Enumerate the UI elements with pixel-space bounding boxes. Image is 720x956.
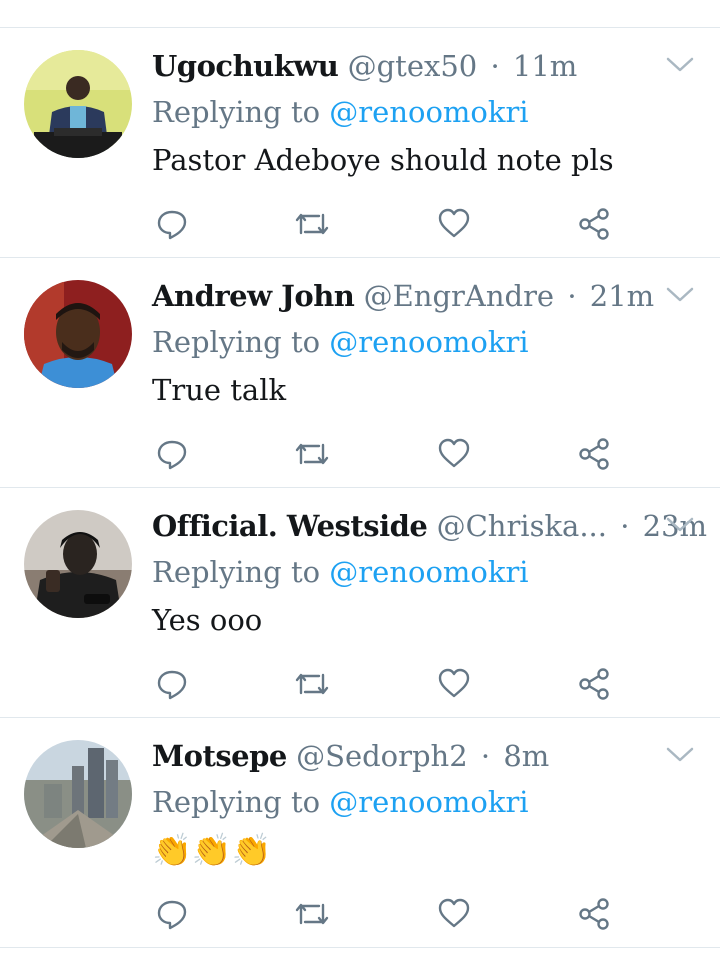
separator-dot: · [620, 509, 630, 543]
tweet-text: Pastor Adeboye should note pls [152, 143, 614, 177]
user-handle[interactable]: @gtex50 [348, 49, 478, 83]
avatar[interactable] [24, 50, 132, 158]
user-handle[interactable]: @Chriska... [437, 509, 607, 543]
timestamp[interactable]: 21m [590, 279, 654, 313]
reply-tweet[interactable]: Ugochukwu @gtex50 · 11m Replying to @ren… [0, 28, 720, 258]
like-icon[interactable] [434, 664, 474, 704]
tweet-text: 👏👏👏 [152, 831, 272, 869]
display-name[interactable]: Motsepe [152, 739, 287, 773]
tweet-actions [152, 434, 622, 474]
tweet-text: Yes ooo [152, 603, 263, 637]
share-icon[interactable] [574, 894, 614, 934]
tweet-header: Ugochukwu @gtex50 · 11m [152, 44, 652, 88]
replying-to-label: Replying to [152, 325, 321, 359]
tweet-header: Official. Westside @Chriska... · 23m [152, 504, 707, 548]
replying-to-line: Replying to @renoomokri [152, 550, 529, 594]
replying-to-line: Replying to @renoomokri [152, 90, 529, 134]
replying-to-line: Replying to @renoomokri [152, 780, 529, 824]
tweet-header: Andrew John @EngrAndre · 21m [152, 274, 654, 318]
reply-icon[interactable] [152, 434, 192, 474]
avatar[interactable] [24, 510, 132, 618]
chevron-down-icon[interactable] [666, 516, 694, 534]
tweet-header: Motsepe @Sedorph2 · 8m [152, 734, 652, 778]
reply-tweet[interactable]: Official. Westside @Chriska... · 23m Rep… [0, 488, 720, 718]
chevron-down-icon[interactable] [666, 746, 694, 764]
chevron-down-icon[interactable] [666, 286, 694, 304]
mention-link[interactable]: @renoomokri [329, 325, 528, 359]
timestamp[interactable]: 8m [503, 739, 549, 773]
like-icon[interactable] [434, 204, 474, 244]
replying-to-label: Replying to [152, 95, 321, 129]
replying-to-label: Replying to [152, 555, 321, 589]
separator-dot: · [480, 739, 491, 773]
avatar[interactable] [24, 740, 132, 848]
retweet-icon[interactable] [292, 434, 332, 474]
previous-tweet-actions-strip [0, 0, 720, 28]
user-handle[interactable]: @Sedorph2 [296, 739, 468, 773]
retweet-icon[interactable] [292, 894, 332, 934]
avatar[interactable] [24, 280, 132, 388]
user-handle[interactable]: @EngrAndre [364, 279, 554, 313]
retweet-icon[interactable] [292, 204, 332, 244]
display-name[interactable]: Official. Westside [152, 509, 428, 543]
replying-to-label: Replying to [152, 785, 321, 819]
reply-tweet[interactable]: Andrew John @EngrAndre · 21m Replying to… [0, 258, 720, 488]
display-name[interactable]: Ugochukwu [152, 49, 339, 83]
mention-link[interactable]: @renoomokri [329, 95, 528, 129]
reply-icon[interactable] [152, 204, 192, 244]
share-icon[interactable] [574, 434, 614, 474]
share-icon[interactable] [574, 204, 614, 244]
mention-link[interactable]: @renoomokri [329, 555, 528, 589]
timestamp[interactable]: 11m [513, 49, 577, 83]
mention-link[interactable]: @renoomokri [329, 785, 528, 819]
tweet-text: True talk [152, 373, 287, 407]
tweet-actions [152, 894, 622, 934]
replying-to-line: Replying to @renoomokri [152, 320, 529, 364]
separator-dot: · [490, 49, 500, 83]
tweet-actions [152, 664, 622, 704]
tweet-actions [152, 204, 622, 244]
retweet-icon[interactable] [292, 664, 332, 704]
like-icon[interactable] [434, 894, 474, 934]
share-icon[interactable] [574, 664, 614, 704]
like-icon[interactable] [434, 434, 474, 474]
reply-tweet[interactable]: Motsepe @Sedorph2 · 8m Replying to @reno… [0, 718, 720, 948]
chevron-down-icon[interactable] [666, 56, 694, 74]
reply-icon[interactable] [152, 664, 192, 704]
reply-icon[interactable] [152, 894, 192, 934]
separator-dot: · [567, 279, 577, 313]
display-name[interactable]: Andrew John [152, 279, 355, 313]
